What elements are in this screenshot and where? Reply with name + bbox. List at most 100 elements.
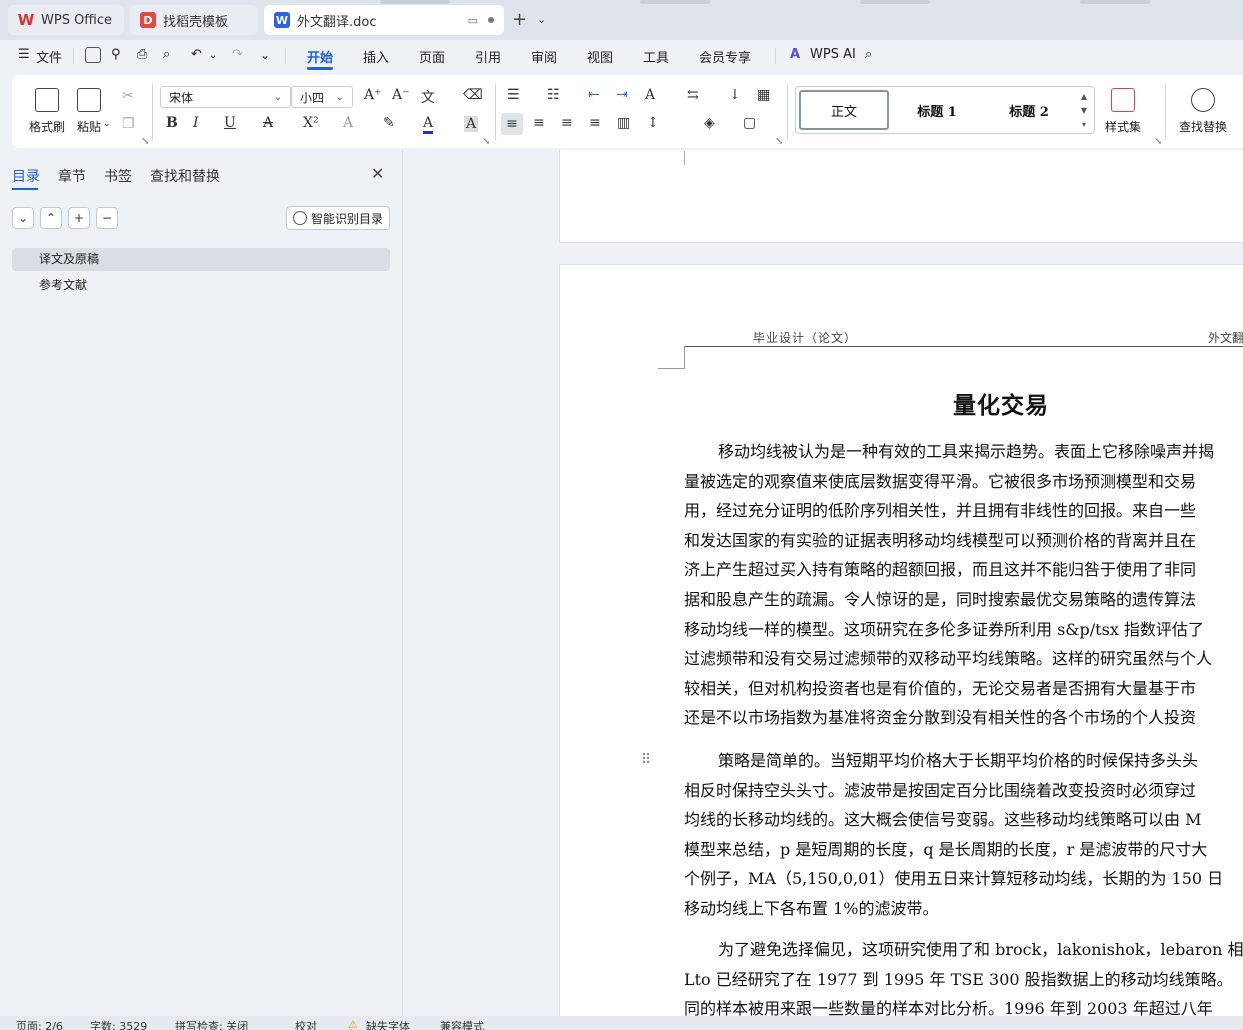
menu-member[interactable]: 会员专享 <box>699 47 751 66</box>
menu-view[interactable]: 视图 <box>587 47 613 66</box>
shrink-font-icon[interactable]: A⁻ <box>392 87 410 103</box>
search-icon[interactable]: ⌕ <box>865 47 872 62</box>
tab-wps-office[interactable]: W WPS Office <box>8 5 124 35</box>
font-color-icon[interactable]: A <box>423 115 434 134</box>
sort-icon[interactable]: ↓ <box>729 87 741 103</box>
toc-item[interactable]: 参考文献 <box>12 274 390 297</box>
status-compat-mode[interactable]: 兼容模式 <box>440 1018 484 1030</box>
status-page[interactable]: 页面: 2/6 <box>16 1018 63 1030</box>
format-painter-quick-icon[interactable]: ⚲ <box>111 47 121 62</box>
undo-icon[interactable]: ↶ <box>191 47 202 62</box>
style-heading-2[interactable]: 标题 2 <box>984 90 1074 130</box>
nav-tab-sections[interactable]: 章节 <box>58 166 86 186</box>
nav-tab-toc[interactable]: 目录 <box>12 166 40 186</box>
style-gallery-scroll[interactable]: ▲ ▼ ▾ <box>1076 89 1092 131</box>
styles-launcher-icon[interactable]: ↘ <box>1154 136 1162 147</box>
document-canvas[interactable]: 毕业设计（论文） 外文翻 量化交易 移动均线被认为是一种有效的工具来揭示趋势。表… <box>404 150 1243 1016</box>
collapse-button[interactable]: ⌃ <box>40 207 62 229</box>
toc-item[interactable]: 译文及原稿 <box>12 248 390 271</box>
paste-dropdown-icon[interactable]: ⌄ <box>103 119 111 129</box>
print-preview-icon[interactable]: ⌕ <box>163 47 170 62</box>
style-heading-1[interactable]: 标题 1 <box>892 90 982 130</box>
add-heading-button[interactable]: + <box>68 207 90 229</box>
clipboard-launcher-icon[interactable]: ↘ <box>141 136 149 147</box>
phonetic-guide-icon[interactable]: 文 <box>421 87 435 107</box>
status-proof[interactable]: 校对 <box>295 1018 317 1030</box>
paragraph-1[interactable]: 移动均线被认为是一种有效的工具来揭示趋势。表面上它移除噪声并揭 量被选定的观察值… <box>684 437 1243 733</box>
grow-font-icon[interactable]: A⁺ <box>364 87 382 103</box>
paste-button[interactable]: 粘贴 <box>77 88 101 135</box>
chevron-down-icon[interactable]: ⌄ <box>537 13 546 26</box>
text-effect-icon[interactable]: A <box>343 115 353 131</box>
menu-insert[interactable]: 插入 <box>363 47 389 66</box>
paragraph-3[interactable]: 为了避免选择偏见，这项研究使用了和 brock，lakonishok，lebar… <box>684 935 1243 1016</box>
tab-document[interactable]: W 外文翻译.doc ▭ <box>264 5 504 35</box>
smart-toc-button[interactable]: 智能识别目录 <box>286 206 390 230</box>
close-icon[interactable]: ✕ <box>371 164 384 183</box>
hamburger-icon[interactable]: ☰ <box>18 47 30 62</box>
copy-icon[interactable]: ❐ <box>122 116 135 132</box>
format-painter-button[interactable]: 格式刷 <box>29 88 65 135</box>
font-name-select[interactable]: 宋体 ⌄ <box>160 86 291 108</box>
status-word-count[interactable]: 字数: 3529 <box>90 1018 147 1030</box>
text-direction-icon[interactable]: A <box>645 87 655 103</box>
underline-icon[interactable]: U <box>224 115 236 131</box>
numbering-icon[interactable]: ☷ <box>547 87 560 103</box>
find-replace-button[interactable]: 查找替换 <box>1179 88 1227 135</box>
chevron-up-icon[interactable]: ▲ <box>1081 92 1087 101</box>
remove-heading-button[interactable]: − <box>96 207 118 229</box>
decrease-indent-icon[interactable]: ⇤ <box>588 87 600 103</box>
save-icon[interactable] <box>85 47 101 63</box>
increase-indent-icon[interactable]: ⇥ <box>616 87 628 103</box>
align-right-icon[interactable]: ≡ <box>561 115 573 131</box>
nav-tab-bookmarks[interactable]: 书签 <box>104 166 132 186</box>
print-icon[interactable]: ⎙ <box>137 47 147 62</box>
menu-reference[interactable]: 引用 <box>475 47 501 66</box>
monitor-icon[interactable]: ▭ <box>468 14 478 27</box>
status-spell-check[interactable]: 拼写检查: 关闭 <box>175 1018 248 1030</box>
status-missing-font[interactable]: 缺失字体 <box>366 1018 410 1030</box>
style-normal[interactable]: 正文 <box>799 90 889 130</box>
distributed-icon[interactable]: ▥ <box>617 115 630 131</box>
undo-dropdown-icon[interactable]: ⌄ <box>209 50 217 61</box>
highlight-icon[interactable]: ✎ <box>383 115 395 131</box>
font-launcher-icon[interactable]: ↘ <box>482 136 490 147</box>
menu-wps-ai[interactable]: WPS AI <box>810 47 856 62</box>
new-tab-plus-icon[interactable]: + <box>512 9 527 30</box>
italic-icon[interactable]: I <box>193 115 199 131</box>
menu-file[interactable]: 文件 <box>36 47 62 66</box>
style-set-button[interactable]: 样式集 <box>1105 88 1141 135</box>
borders-icon[interactable]: ▢ <box>743 115 756 131</box>
paragraph-launcher-icon[interactable]: ↘ <box>775 136 783 147</box>
menu-home[interactable]: 开始 <box>307 47 333 66</box>
paragraph-2[interactable]: 策略是简单的。当短期平均价格大于长期平均价格的时候保持多头头 相反时保持空头头寸… <box>684 746 1243 924</box>
more-chevron-icon[interactable]: ⌄ <box>260 48 270 62</box>
expand-all-button[interactable]: ⌄ <box>12 207 34 229</box>
superscript-icon[interactable]: X² <box>303 115 319 131</box>
drag-handle-icon[interactable]: ⠿ <box>641 752 651 768</box>
show-marks-icon[interactable]: ▦ <box>757 87 770 103</box>
wps-ai-icon[interactable]: A <box>790 47 800 62</box>
justify-icon[interactable]: ≡ <box>589 115 601 131</box>
font-size-select[interactable]: 小四 ⌄ <box>291 86 353 108</box>
tab-template[interactable]: D 找稻壳模板 <box>130 5 258 35</box>
unsaved-dot-icon[interactable] <box>488 17 494 23</box>
redo-icon[interactable]: ↷ <box>232 47 243 62</box>
bullets-icon[interactable]: ☰ <box>507 87 520 103</box>
strikethrough-icon[interactable]: A <box>263 115 273 131</box>
bold-icon[interactable]: B <box>166 115 178 131</box>
clear-format-icon[interactable]: ⌫ <box>463 87 483 103</box>
menu-review[interactable]: 审阅 <box>531 47 557 66</box>
expand-icon[interactable]: ▾ <box>1082 120 1086 129</box>
sort-swap-icon[interactable]: ⇆ <box>687 87 699 103</box>
menu-tools[interactable]: 工具 <box>643 47 669 66</box>
menu-page[interactable]: 页面 <box>419 47 445 66</box>
line-spacing-icon[interactable]: ↕ <box>647 115 659 131</box>
align-left-icon[interactable]: ≡ <box>501 113 523 135</box>
align-center-icon[interactable]: ≡ <box>533 115 545 131</box>
chevron-down-icon[interactable]: ▼ <box>1081 106 1087 115</box>
shading-icon[interactable]: ◈ <box>704 115 715 131</box>
nav-tab-find-replace[interactable]: 查找和替换 <box>150 166 220 186</box>
char-shading-icon[interactable]: A <box>464 116 479 132</box>
cut-icon[interactable]: ✂ <box>122 88 134 104</box>
